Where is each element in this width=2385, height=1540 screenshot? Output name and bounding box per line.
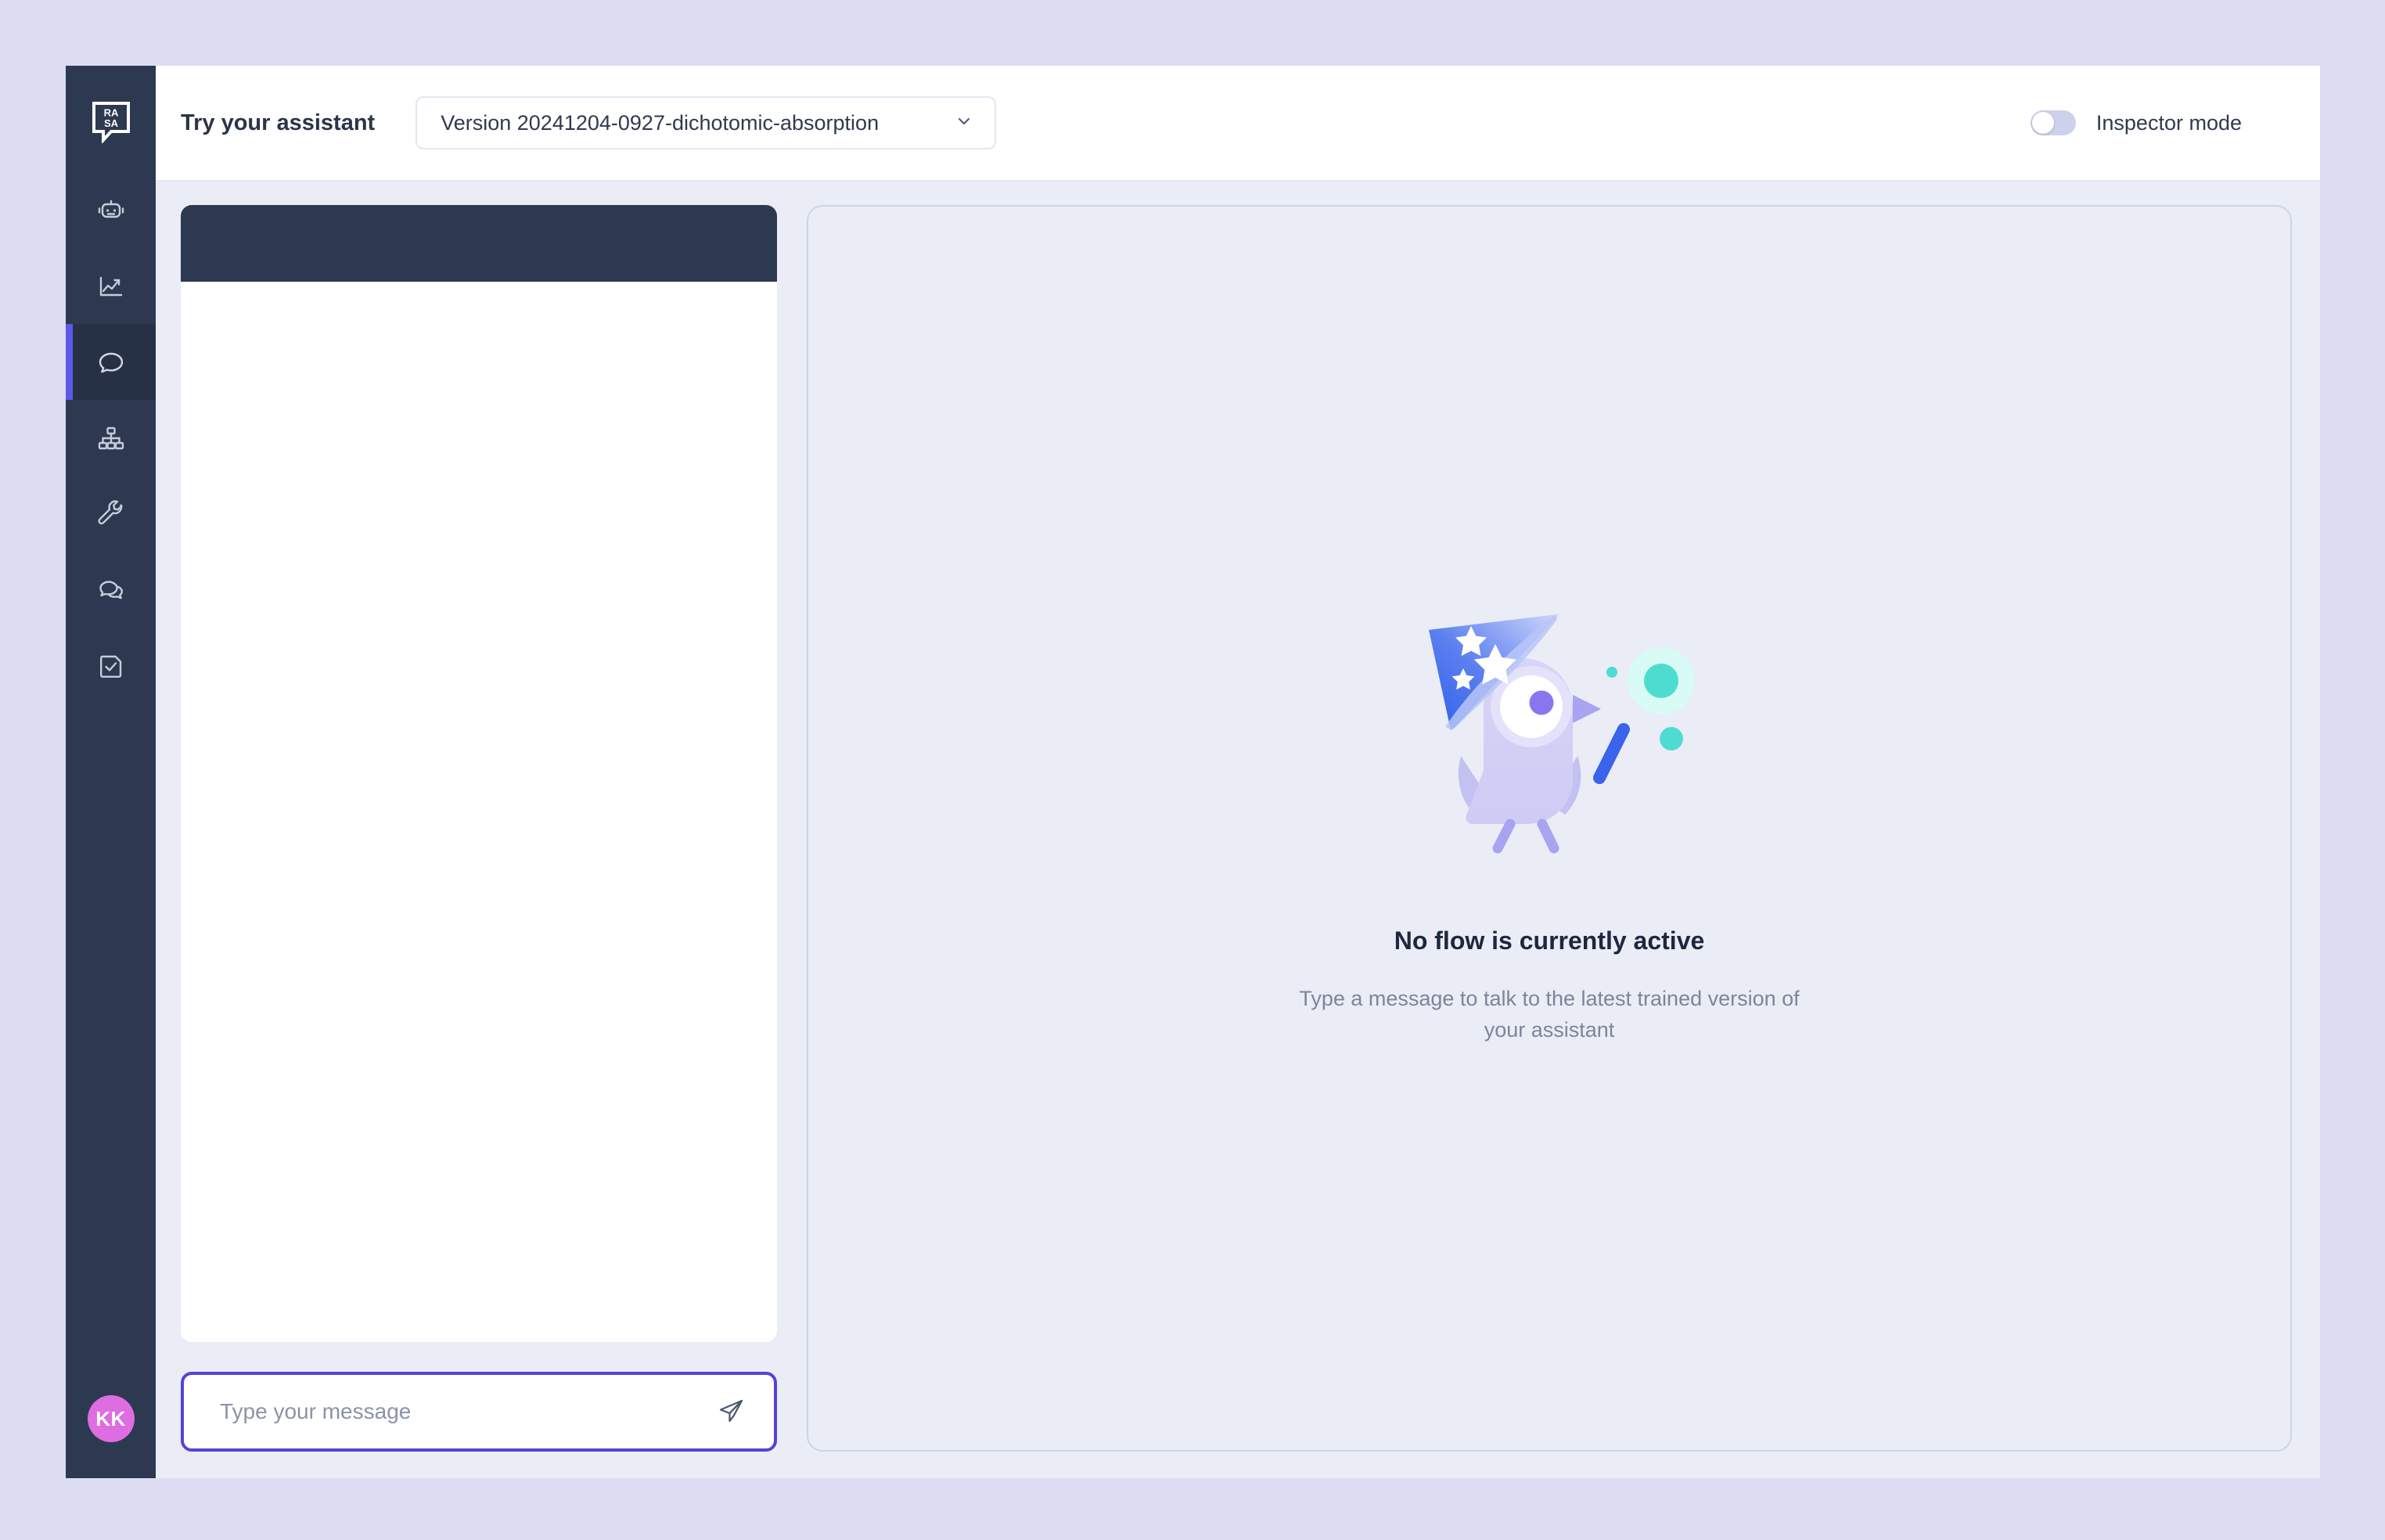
- inspector-mode-toggle[interactable]: [2030, 110, 2076, 135]
- version-select-value: Version 20241204-0927-dichotomic-absorpt…: [441, 110, 880, 135]
- wrench-icon: [95, 498, 128, 531]
- chat-card-header: [181, 205, 777, 282]
- chevron-down-icon: [954, 111, 974, 135]
- robot-icon: [95, 194, 128, 227]
- main-column: Try your assistant Version 20241204-0927…: [156, 66, 2320, 1478]
- empty-state-subtitle: Type a message to talk to the latest tra…: [1299, 987, 1800, 1042]
- rasa-logo[interactable]: RA SA: [87, 97, 135, 146]
- sidebar-item-analytics[interactable]: [66, 248, 156, 324]
- wizard-bird-illustration: [1401, 611, 1698, 865]
- chat-bubble-icon: [95, 346, 128, 379]
- topbar: Try your assistant Version 20241204-0927…: [156, 66, 2320, 182]
- flow-tree-icon: [95, 422, 128, 455]
- sidebar-item-actions[interactable]: [66, 476, 156, 552]
- chat-message-list[interactable]: [181, 282, 777, 1342]
- svg-text:SA: SA: [103, 117, 118, 129]
- empty-state-title: No flow is currently active: [1394, 927, 1705, 955]
- send-paper-plane-icon: [716, 1395, 747, 1429]
- flow-panel: No flow is currently active Type a messa…: [807, 205, 2292, 1452]
- message-composer[interactable]: [181, 1372, 777, 1452]
- sidebar: RA SA KK: [66, 66, 156, 1478]
- toggle-knob: [2031, 112, 2054, 134]
- page-title: Try your assistant: [181, 110, 376, 135]
- sidebar-item-conversations[interactable]: [66, 552, 156, 628]
- document-check-icon: [95, 649, 128, 682]
- sidebar-item-assistant[interactable]: [66, 172, 156, 248]
- workspace: No flow is currently active Type a messa…: [156, 182, 2320, 1478]
- avatar[interactable]: KK: [87, 1395, 135, 1442]
- conversations-icon: [95, 574, 128, 606]
- message-input[interactable]: [220, 1399, 710, 1424]
- sidebar-item-flows[interactable]: [66, 400, 156, 476]
- version-select[interactable]: Version 20241204-0927-dichotomic-absorpt…: [415, 96, 997, 149]
- analytics-chart-icon: [95, 270, 128, 303]
- chat-card: [181, 205, 777, 1342]
- inspector-mode-label: Inspector mode: [2095, 110, 2242, 135]
- chat-panel: [181, 205, 777, 1452]
- sidebar-item-tests[interactable]: [66, 628, 156, 703]
- app-shell: RA SA KK Try your assistant Version 2024…: [66, 66, 2320, 1478]
- topbar-right: Inspector mode: [2030, 110, 2242, 135]
- send-button[interactable]: [710, 1390, 754, 1434]
- sidebar-item-talk-to-assistant[interactable]: [66, 324, 156, 400]
